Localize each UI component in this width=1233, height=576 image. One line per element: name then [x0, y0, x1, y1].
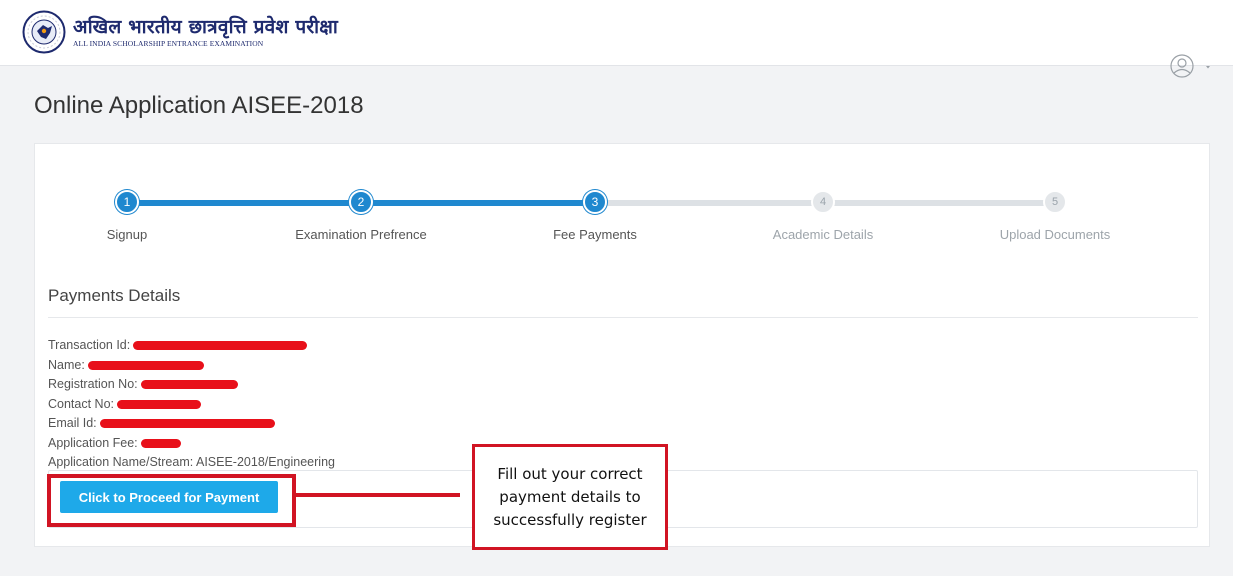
caret-down-icon — [1206, 66, 1210, 69]
email-id-label: Email Id: — [48, 416, 97, 430]
step-label: Upload Documents — [999, 227, 1111, 242]
instruction-callout: Fill out your correct payment details to… — [472, 444, 668, 550]
step-number: 4 — [811, 190, 835, 214]
highlight-box — [47, 474, 296, 527]
brand-name-english: ALL INDIA SCHOLARSHIP ENTRANCE EXAMINATI… — [73, 39, 264, 48]
emblem-logo-icon[interactable] — [22, 10, 66, 54]
step-signup[interactable]: 1 Signup — [37, 190, 217, 242]
callout-connector-line — [296, 493, 460, 497]
payment-details-list: Transaction Id: Name: Registration No: C… — [48, 336, 335, 473]
contact-no-row: Contact No: — [48, 395, 335, 415]
application-name-text: Application Name/Stream: AISEE-2018/Engi… — [48, 455, 335, 469]
transaction-id-row: Transaction Id: — [48, 336, 335, 356]
redaction-mark — [117, 399, 202, 409]
email-id-row: Email Id: — [48, 414, 335, 434]
redaction-mark — [140, 438, 181, 448]
callout-line: Fill out your correct — [497, 465, 643, 483]
redaction-mark — [87, 360, 204, 370]
step-number: 2 — [349, 190, 373, 214]
user-circle-icon — [1170, 54, 1194, 78]
progress-stepper: 1 Signup 2 Examination Prefrence 3 Fee P… — [35, 144, 1211, 254]
application-fee-label: Application Fee: — [48, 435, 138, 450]
step-academic-details[interactable]: 4 Academic Details — [733, 190, 913, 242]
step-number: 5 — [1043, 190, 1067, 214]
payments-details-heading: Payments Details — [48, 286, 181, 305]
step-upload-documents[interactable]: 5 Upload Documents — [965, 190, 1145, 242]
callout-line: successfully register — [493, 511, 647, 529]
contact-no-label: Contact No: — [48, 396, 115, 411]
registration-no-label: Registration No: — [48, 377, 138, 391]
callout-line: payment details to — [499, 488, 641, 506]
page-title: Online Application AISEE-2018 — [34, 92, 364, 119]
transaction-id-label: Transaction Id: — [48, 338, 131, 352]
section-divider — [48, 317, 1198, 318]
step-label: Examination Prefrence — [295, 227, 427, 242]
step-label: Academic Details — [772, 227, 874, 242]
user-menu-button[interactable] — [1166, 54, 1216, 80]
name-label: Name: — [48, 357, 85, 372]
step-label: Signup — [106, 227, 148, 242]
application-fee-row: Application Fee: — [48, 434, 335, 454]
step-label: Fee Payments — [553, 227, 637, 242]
step-examination-preference[interactable]: 2 Examination Prefrence — [271, 190, 451, 242]
brand-name-hindi: अखिल भारतीय छात्रवृत्ति प्रवेश परीक्षा — [73, 16, 339, 38]
redaction-mark — [140, 380, 238, 390]
registration-no-row: Registration No: — [48, 375, 335, 395]
step-number: 3 — [583, 190, 607, 214]
step-number: 1 — [115, 190, 139, 214]
name-row: Name: — [48, 356, 335, 376]
step-fee-payments[interactable]: 3 Fee Payments — [505, 190, 685, 242]
redaction-mark — [99, 419, 275, 429]
redaction-mark — [133, 341, 308, 351]
header-bar: अखिल भारतीय छात्रवृत्ति प्रवेश परीक्षा A… — [0, 0, 1233, 66]
